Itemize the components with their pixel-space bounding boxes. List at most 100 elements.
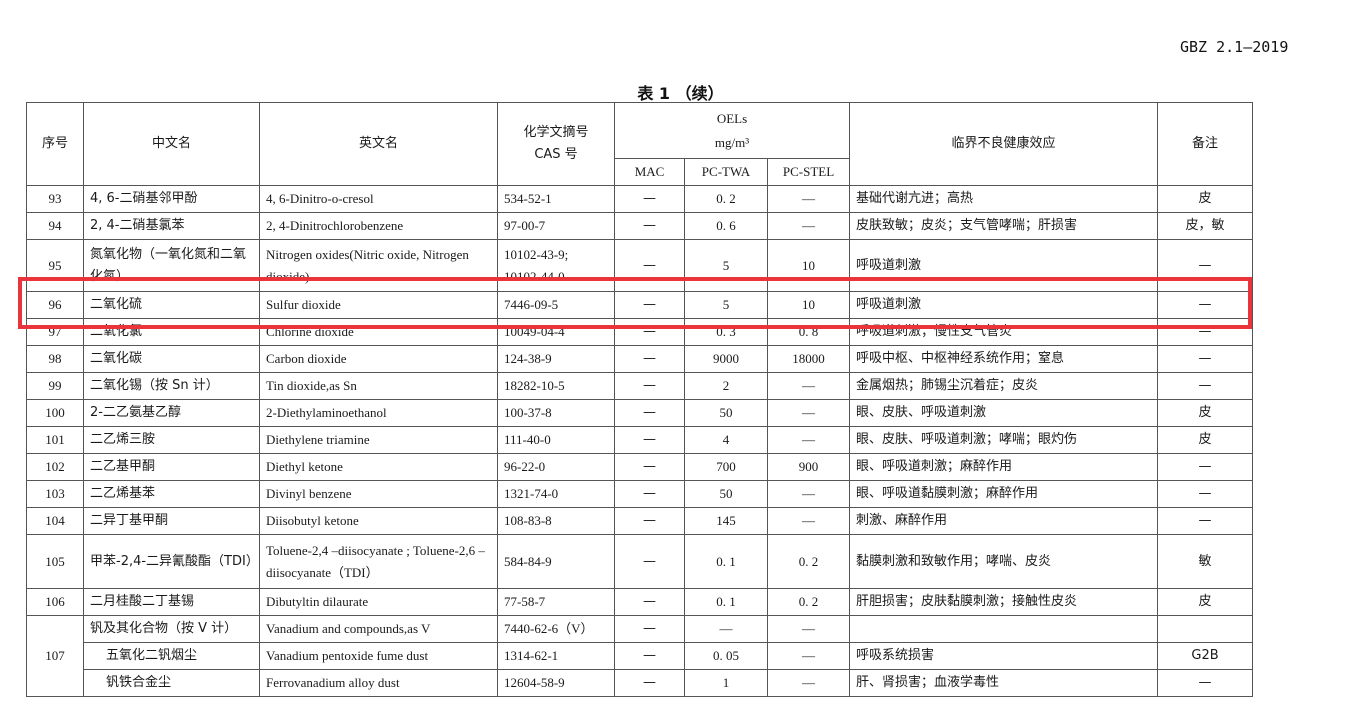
- cell-chinese-name: 二月桂酸二丁基锡: [83, 588, 260, 616]
- cell-mac: —: [614, 588, 685, 616]
- cell-chinese-name: 二乙基甲酮: [83, 453, 260, 481]
- cell-pc-stel: 18000: [766, 345, 851, 373]
- header-cas-line2: CAS 号: [534, 147, 578, 162]
- cell-pc-twa: 0. 6: [684, 212, 768, 240]
- cell-english-name: Sulfur dioxide: [259, 291, 498, 319]
- cell-pc-stel: —: [766, 212, 851, 240]
- cell-chinese-name: 二乙烯三胺: [83, 426, 260, 454]
- cell-english-name: Ferrovanadium alloy dust: [259, 669, 498, 697]
- cell-cas: 10049-04-4: [497, 318, 615, 346]
- cell-seq: 93: [26, 185, 84, 213]
- cell-english-name: Diethyl ketone: [259, 453, 498, 481]
- cell-note: —: [1157, 318, 1254, 346]
- cell-cas: 1314-62-1: [497, 642, 615, 670]
- cell-mac: —: [614, 480, 685, 508]
- cell-mac: —: [614, 642, 685, 670]
- header-oels-label: OELs: [716, 110, 748, 126]
- cell-pc-twa: 0. 1: [684, 588, 768, 616]
- cell-mac: —: [614, 426, 685, 454]
- table-row: 93 4, 6-二硝基邻甲酚 4, 6-Dinitro-o-cresol 534-52…: [26, 185, 1254, 213]
- cell-english-name: 2-Diethylaminoethanol: [259, 399, 498, 427]
- cell-cas: 124-38-9: [497, 345, 615, 373]
- table-row: 97 二氧化氯 Chlorine dioxide 10049-04-4—0. 3 0. …: [26, 318, 1254, 346]
- cell-mac: —: [614, 212, 685, 240]
- cell-mac: —: [614, 291, 685, 319]
- cell-effect: 眼、呼吸道刺激；麻醉作用: [849, 453, 1159, 481]
- cell-pc-stel: —: [766, 399, 851, 427]
- cell-note: 皮: [1157, 399, 1254, 427]
- cell-mac: —: [614, 345, 685, 373]
- header-pcstel: PC-STEL: [766, 158, 851, 186]
- cell-seq: 107: [26, 615, 84, 697]
- table-row: 106 二月桂酸二丁基锡 Dibutyltin dilaurate 77-58-7—0…: [26, 588, 1254, 616]
- table-row: 95 氮氧化物（一氧化氮和二氧化氮） Nitrogen oxides(Nitric …: [26, 239, 1254, 292]
- table-row: 102 二乙基甲酮 Diethyl ketone 96-22-0—700 900 眼、呼吸…: [26, 453, 1254, 481]
- cell-chinese-name: 二氧化锡（按 Sn 计）: [83, 372, 260, 400]
- cell-english-name: Diethylene triamine: [259, 426, 498, 454]
- cell-effect: 黏膜刺激和致敏作用；哮喘、皮炎: [849, 534, 1159, 589]
- table-row: 96 二氧化硫 Sulfur dioxide 7446-09-5—5 10 呼吸道刺激 —: [26, 291, 1254, 319]
- cell-effect: 眼、皮肤、呼吸道刺激: [849, 399, 1159, 427]
- table-row: 107 钒及其化合物（按 V 计） Vanadium and compounds,a…: [26, 615, 1254, 697]
- table-header: 序号 中文名 英文名 化学文摘号 CAS 号 OELs mg/m³ 临界不良健康…: [26, 102, 1254, 186]
- cell-cas: 7446-09-5: [497, 291, 615, 319]
- cell-seq: 99: [26, 372, 84, 400]
- cell-english-name: Nitrogen oxides(Nitric oxide, Nitrogen d…: [259, 239, 498, 292]
- header-mac: MAC: [614, 158, 685, 186]
- table-row: 100 2-二乙氨基乙醇 2-Diethylaminoethanol 100-37-8…: [26, 399, 1254, 427]
- cell-pc-twa: 50: [684, 480, 768, 508]
- header-note: 备注: [1157, 102, 1254, 186]
- table-row: 101 二乙烯三胺 Diethylene triamine 111-40-0—4— 眼、…: [26, 426, 1254, 454]
- header-oels: OELs mg/m³: [613, 102, 851, 159]
- cell-cas: 108-83-8: [497, 507, 615, 535]
- cell-seq: 104: [26, 507, 84, 535]
- cell-pc-twa: 4: [684, 426, 768, 454]
- cell-seq: 103: [26, 480, 84, 508]
- cell-english-name: Diisobutyl ketone: [259, 507, 498, 535]
- table-row: 98 二氧化碳 Carbon dioxide 124-38-9—9000 18000 呼吸…: [26, 345, 1254, 373]
- cell-cas: 12604-58-9: [497, 669, 615, 697]
- cell-cas: 111-40-0: [497, 426, 615, 454]
- cell-seq: 105: [26, 534, 84, 589]
- cell-english-name: Tin dioxide,as Sn: [259, 372, 498, 400]
- cell-cas: 97-00-7: [497, 212, 615, 240]
- cell-pc-stel: —: [766, 372, 851, 400]
- cell-pc-stel: 900: [766, 453, 851, 481]
- cell-cas: 18282-10-5: [497, 372, 615, 400]
- cell-pc-twa: —: [684, 615, 768, 643]
- cell-note: 皮，敏: [1157, 212, 1254, 240]
- cell-effect: 呼吸道刺激；慢性支气管炎: [849, 318, 1159, 346]
- cell-note: 皮: [1157, 426, 1254, 454]
- cell-effect: 眼、皮肤、呼吸道刺激；哮喘；眼灼伤: [849, 426, 1159, 454]
- header-unit: mg/m³: [714, 134, 750, 150]
- cell-pc-twa: 5: [684, 239, 768, 292]
- cell-cas: 100-37-8: [497, 399, 615, 427]
- cell-seq: 98: [26, 345, 84, 373]
- cell-english-name: 2, 4-Dinitrochlorobenzene: [259, 212, 498, 240]
- cell-note: [1157, 615, 1254, 643]
- table-row: 99 二氧化锡（按 Sn 计） Tin dioxide,as Sn 18282-10-…: [26, 372, 1254, 400]
- cell-cas: 77-58-7: [497, 588, 615, 616]
- cell-note: G2B: [1157, 642, 1254, 670]
- header-cas-line1: 化学文摘号: [523, 125, 589, 140]
- cell-chinese-name: 氮氧化物（一氧化氮和二氧化氮）: [83, 239, 260, 292]
- cell-cas: 10102-43-9; 10102-44-0: [497, 239, 615, 292]
- cell-pc-stel: 0. 8: [766, 318, 851, 346]
- cell-effect: 呼吸道刺激: [849, 239, 1159, 292]
- cell-effect: 呼吸中枢、中枢神经系统作用；窒息: [849, 345, 1159, 373]
- table-row: 103 二乙烯基苯 Divinyl benzene 1321-74-0—50— 眼、呼吸…: [26, 480, 1254, 508]
- cell-mac: —: [614, 615, 685, 643]
- cell-chinese-name: 甲苯-2,4-二异氰酸酯（TDI）: [83, 534, 260, 589]
- header-chinese-name: 中文名: [83, 102, 260, 186]
- cell-pc-stel: —: [766, 642, 851, 670]
- cell-seq: 101: [26, 426, 84, 454]
- cell-pc-stel: 10: [766, 291, 851, 319]
- cell-chinese-name: 二氧化碳: [83, 345, 260, 373]
- cell-mac: —: [614, 318, 685, 346]
- table-row: 104 二异丁基甲酮 Diisobutyl ketone 108-83-8—145— 刺…: [26, 507, 1254, 535]
- cell-effect: 刺激、麻醉作用: [849, 507, 1159, 535]
- header-effect: 临界不良健康效应: [849, 102, 1159, 186]
- cell-pc-stel: —: [766, 669, 851, 697]
- cell-note: —: [1157, 480, 1254, 508]
- table-row: 钒铁合金尘 Ferrovanadium alloy dust 12604-58-9—…: [27, 669, 1254, 697]
